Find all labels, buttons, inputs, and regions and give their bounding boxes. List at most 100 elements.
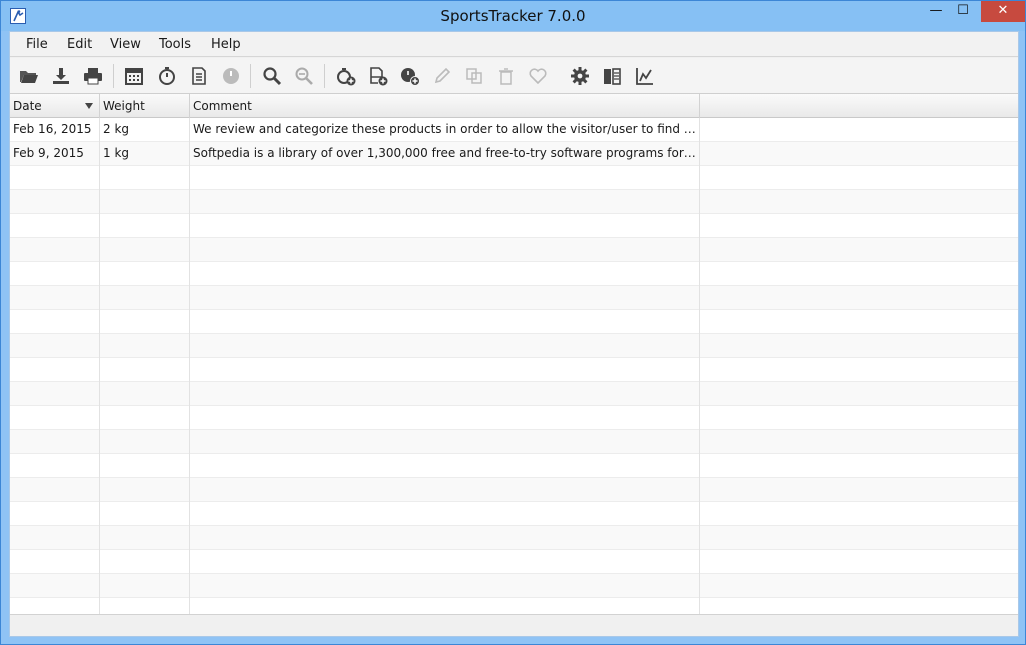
cell-date bbox=[10, 430, 100, 454]
cell-comment bbox=[190, 574, 700, 598]
cell-comment bbox=[190, 382, 700, 406]
table-row[interactable] bbox=[10, 190, 1018, 214]
delete-icon[interactable] bbox=[495, 65, 517, 87]
print-icon[interactable] bbox=[82, 65, 104, 87]
cell-filler bbox=[700, 526, 1018, 550]
cell-comment bbox=[190, 358, 700, 382]
maximize-button[interactable]: ☐ bbox=[950, 1, 976, 22]
cell-weight bbox=[100, 166, 190, 190]
close-button[interactable]: ✕ bbox=[981, 1, 1025, 22]
cell-filler bbox=[700, 262, 1018, 286]
cell-comment bbox=[190, 502, 700, 526]
cell-filler bbox=[700, 166, 1018, 190]
table-row[interactable] bbox=[10, 238, 1018, 262]
stopwatch-icon[interactable] bbox=[156, 65, 178, 87]
gauge-icon[interactable] bbox=[220, 65, 242, 87]
open-folder-icon[interactable] bbox=[18, 65, 40, 87]
document-list-icon[interactable] bbox=[188, 65, 210, 87]
table-row[interactable] bbox=[10, 382, 1018, 406]
cell-date bbox=[10, 526, 100, 550]
column-header-weight[interactable]: Weight bbox=[100, 94, 190, 118]
cell-date bbox=[10, 574, 100, 598]
cell-filler bbox=[700, 406, 1018, 430]
table-row[interactable] bbox=[10, 310, 1018, 334]
cell-weight: 1 kg bbox=[100, 142, 190, 166]
table-row[interactable] bbox=[10, 430, 1018, 454]
table-row[interactable] bbox=[10, 286, 1018, 310]
cell-filler bbox=[700, 118, 1018, 142]
cell-date bbox=[10, 358, 100, 382]
cell-comment bbox=[190, 286, 700, 310]
calendar-icon[interactable] bbox=[123, 65, 145, 87]
cell-date bbox=[10, 454, 100, 478]
add-note-icon[interactable] bbox=[367, 65, 389, 87]
menu-view[interactable]: View bbox=[110, 37, 141, 52]
minimize-button[interactable]: — bbox=[923, 1, 949, 22]
cell-weight bbox=[100, 334, 190, 358]
cell-date bbox=[10, 550, 100, 574]
cell-filler bbox=[700, 214, 1018, 238]
cell-filler bbox=[700, 478, 1018, 502]
menu-help[interactable]: Help bbox=[211, 37, 241, 52]
cell-date bbox=[10, 502, 100, 526]
cell-date bbox=[10, 598, 100, 614]
table-row[interactable] bbox=[10, 406, 1018, 430]
table-row[interactable]: Feb 9, 2015 1 kg Softpedia is a library of… bbox=[10, 142, 1018, 166]
cell-weight: 2 kg bbox=[100, 118, 190, 142]
cell-filler bbox=[700, 238, 1018, 262]
cell-comment: Softpedia is a library of over 1,300,000… bbox=[190, 142, 700, 166]
cell-comment bbox=[190, 406, 700, 430]
copy-icon[interactable] bbox=[463, 65, 485, 87]
cell-comment bbox=[190, 526, 700, 550]
cell-date bbox=[10, 214, 100, 238]
table-row[interactable] bbox=[10, 334, 1018, 358]
add-weight-icon[interactable] bbox=[399, 65, 421, 87]
toolbar-separator bbox=[324, 64, 325, 88]
cell-weight bbox=[100, 214, 190, 238]
cell-weight bbox=[100, 526, 190, 550]
title-bar[interactable]: SportsTracker 7.0.0 — ☐ ✕ bbox=[1, 1, 1025, 31]
menu-bar: File Edit View Tools Help bbox=[10, 32, 1018, 57]
table-row[interactable] bbox=[10, 574, 1018, 598]
table-row[interactable] bbox=[10, 262, 1018, 286]
heart-icon[interactable] bbox=[527, 65, 549, 87]
cell-date bbox=[10, 310, 100, 334]
window-title: SportsTracker 7.0.0 bbox=[440, 7, 586, 25]
menu-tools[interactable]: Tools bbox=[159, 37, 191, 52]
zoom-out-icon[interactable] bbox=[293, 65, 315, 87]
edit-icon[interactable] bbox=[431, 65, 453, 87]
table-row[interactable] bbox=[10, 358, 1018, 382]
table-row[interactable]: Feb 16, 2015 2 kg We review and categorize… bbox=[10, 118, 1018, 142]
table-row[interactable] bbox=[10, 598, 1018, 614]
cell-date bbox=[10, 334, 100, 358]
statistics-chart-icon[interactable] bbox=[634, 65, 656, 87]
table-row[interactable] bbox=[10, 166, 1018, 190]
cell-comment bbox=[190, 550, 700, 574]
table-row[interactable] bbox=[10, 526, 1018, 550]
table-row[interactable] bbox=[10, 454, 1018, 478]
add-exercise-icon[interactable] bbox=[335, 65, 357, 87]
menu-file[interactable]: File bbox=[26, 37, 48, 52]
column-header-date[interactable]: Date bbox=[10, 94, 100, 118]
table-row[interactable] bbox=[10, 478, 1018, 502]
cell-comment bbox=[190, 262, 700, 286]
zoom-in-icon[interactable] bbox=[261, 65, 283, 87]
cell-date: Feb 9, 2015 bbox=[10, 142, 100, 166]
column-header-comment[interactable]: Comment bbox=[190, 94, 700, 118]
menu-edit[interactable]: Edit bbox=[67, 37, 92, 52]
cell-comment bbox=[190, 190, 700, 214]
column-header-label: Date bbox=[13, 99, 42, 113]
toolbar-separator bbox=[250, 64, 251, 88]
cell-comment bbox=[190, 166, 700, 190]
settings-icon[interactable] bbox=[569, 65, 591, 87]
overview-icon[interactable] bbox=[601, 65, 623, 87]
cell-weight bbox=[100, 454, 190, 478]
cell-filler bbox=[700, 430, 1018, 454]
cell-date: Feb 16, 2015 bbox=[10, 118, 100, 142]
table-row[interactable] bbox=[10, 550, 1018, 574]
save-icon[interactable] bbox=[50, 65, 72, 87]
cell-date bbox=[10, 238, 100, 262]
cell-date bbox=[10, 166, 100, 190]
table-row[interactable] bbox=[10, 502, 1018, 526]
table-row[interactable] bbox=[10, 214, 1018, 238]
